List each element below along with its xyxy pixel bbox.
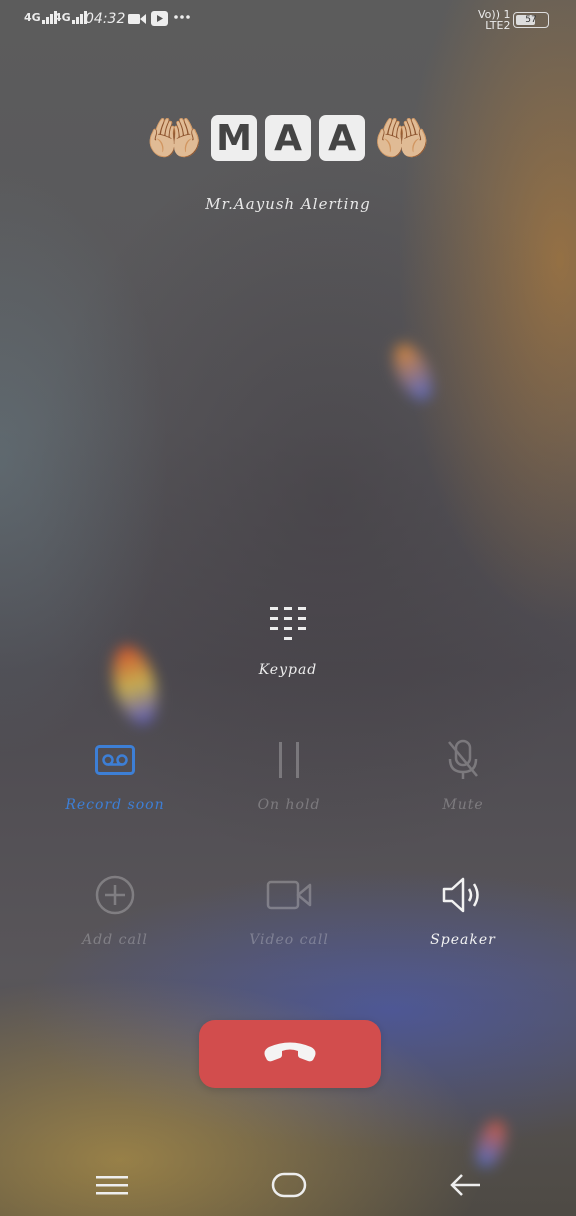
name-letter-a: A <box>319 115 365 161</box>
home-icon[interactable] <box>271 1172 307 1202</box>
mute-button[interactable]: Mute <box>373 735 553 813</box>
record-tape-icon <box>95 735 135 785</box>
volte-indicator: Vo)) 1 LTE2 <box>478 9 510 31</box>
menu-icon[interactable] <box>96 1175 128 1199</box>
call-status: Mr.Aayush Alerting <box>205 195 371 213</box>
hold-button[interactable]: On hold <box>199 735 379 813</box>
sim2-signal: 4G <box>54 11 87 24</box>
record-label: Record soon <box>65 797 165 813</box>
name-letter-m: M <box>211 115 257 161</box>
keypad-button[interactable]: Keypad <box>198 600 378 678</box>
contact-name: 🤲🏼 M A A 🤲🏼 <box>0 108 576 168</box>
keypad-label: Keypad <box>258 662 318 678</box>
video-call-button[interactable]: Video call <box>199 870 379 948</box>
speaker-label: Speaker <box>430 932 496 948</box>
plus-circle-icon <box>94 870 136 920</box>
clock: 04:32 <box>85 11 126 27</box>
add-call-button[interactable]: Add call <box>25 870 205 948</box>
speaker-icon <box>441 870 485 920</box>
navigation-bar <box>0 1150 576 1216</box>
back-icon[interactable] <box>450 1174 482 1200</box>
lte-label: LTE2 <box>485 19 511 32</box>
add-call-label: Add call <box>82 932 148 948</box>
speaker-button[interactable]: Speaker <box>373 870 553 948</box>
battery-percent: 57 <box>525 15 537 25</box>
end-call-icon <box>261 1040 319 1068</box>
open-hands-emoji: 🤲🏼 <box>373 111 431 165</box>
video-camera-icon <box>266 870 312 920</box>
microphone-off-icon <box>445 735 481 785</box>
end-call-button[interactable] <box>199 1020 381 1088</box>
mute-label: Mute <box>442 797 484 813</box>
pause-icon <box>276 735 302 785</box>
youtube-icon <box>151 11 168 26</box>
open-hands-emoji: 🤲🏼 <box>145 111 203 165</box>
hold-label: On hold <box>257 797 321 813</box>
record-button[interactable]: Record soon <box>25 735 205 813</box>
video-camera-icon <box>128 13 146 25</box>
dialpad-icon <box>268 600 308 650</box>
name-letter-a: A <box>265 115 311 161</box>
battery-icon: 57 <box>513 12 549 28</box>
sim1-network-label: 4G <box>24 10 41 24</box>
sim1-signal: 4G <box>24 11 57 24</box>
video-call-label: Video call <box>249 932 329 948</box>
sim2-network-label: 4G <box>54 10 71 24</box>
more-dots-icon <box>174 14 190 20</box>
status-bar: 4G 4G 04:32 Vo)) 1 LTE2 57 <box>0 0 576 40</box>
